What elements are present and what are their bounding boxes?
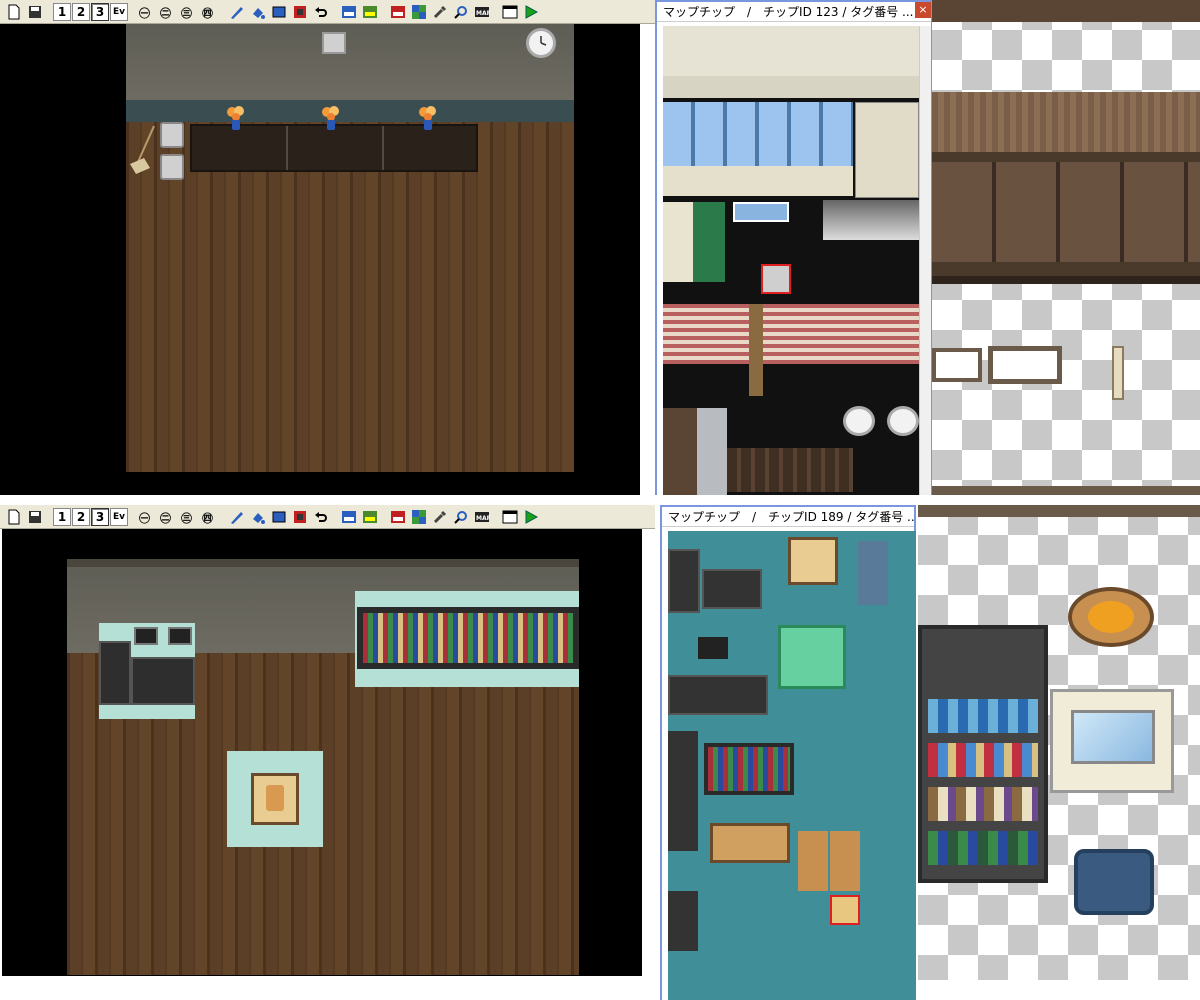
svg-text:MAP: MAP [476, 515, 490, 522]
test-play-icon[interactable] [521, 2, 541, 22]
layer-3-button[interactable]: 3 [91, 2, 109, 21]
select-tool-icon[interactable] [290, 507, 310, 527]
save-icon[interactable] [25, 507, 45, 527]
bottom-editor-panel: 1 2 3 Ev ㊀ ㊁ ㊂ ㊃ MAP マップチップ / チップID 189 … [0, 505, 1200, 1000]
wall [126, 24, 574, 100]
map-canvas[interactable] [0, 24, 640, 495]
view-all-icon[interactable]: ㊃ [199, 507, 219, 527]
search-icon[interactable] [451, 507, 471, 527]
map-list-icon[interactable]: MAP [472, 507, 492, 527]
svg-text:㊂: ㊂ [181, 511, 192, 525]
dresser [131, 657, 195, 705]
tile-palette-window: マップチップ / チップID 123 / タグ番号 ... × [655, 0, 933, 495]
map-settings-icon[interactable] [339, 507, 359, 527]
pen-tool-icon[interactable] [227, 2, 247, 22]
layer-1-button[interactable]: 1 [53, 2, 71, 21]
selected-tile[interactable] [830, 895, 860, 925]
new-file-icon[interactable] [4, 507, 24, 527]
palette-scrollbar[interactable] [919, 26, 931, 495]
event-layer-button[interactable]: Ev [110, 507, 128, 526]
top-editor-panel: 1 2 3 Ev ㊀ ㊁ ㊂ ㊃ MAP マップチップ / チップID 123 … [0, 0, 1200, 495]
save-icon[interactable] [25, 2, 45, 22]
bookshelf-row [357, 607, 579, 669]
layer-2-button[interactable]: 2 [72, 507, 90, 526]
common-event-icon[interactable] [360, 2, 380, 22]
flower-vase [319, 104, 343, 132]
bucket [160, 154, 184, 180]
svg-text:㊂: ㊂ [181, 6, 192, 20]
settings-icon[interactable] [430, 2, 450, 22]
settings-icon[interactable] [430, 507, 450, 527]
cake [266, 785, 284, 811]
view-1-icon[interactable]: ㊀ [136, 507, 156, 527]
database-icon[interactable] [409, 2, 429, 22]
wall-clock [526, 28, 556, 58]
tileset-grid[interactable] [663, 26, 919, 495]
tile-zoom-preview [918, 505, 1200, 980]
flower-vase [224, 104, 248, 132]
layer-3-button[interactable]: 3 [91, 507, 109, 526]
svg-text:㊃: ㊃ [202, 6, 213, 20]
tileset-grid[interactable] [668, 531, 916, 1000]
svg-text:㊃: ㊃ [202, 511, 213, 525]
picture-frame [168, 627, 192, 645]
search-icon[interactable] [451, 2, 471, 22]
air-vent [322, 32, 346, 54]
view-1-icon[interactable]: ㊀ [136, 2, 156, 22]
layer-1-button[interactable]: 1 [53, 507, 71, 526]
map-canvas[interactable] [2, 529, 642, 976]
view-3-icon[interactable]: ㊂ [178, 507, 198, 527]
svg-text:㊁: ㊁ [160, 6, 171, 20]
window-icon[interactable] [500, 2, 520, 22]
window-icon[interactable] [500, 507, 520, 527]
svg-text:MAP: MAP [476, 10, 490, 17]
event-layer-button[interactable]: Ev [110, 2, 128, 21]
undo-icon[interactable] [311, 507, 331, 527]
svg-text:㊀: ㊀ [139, 511, 150, 525]
view-3-icon[interactable]: ㊂ [178, 2, 198, 22]
fill-tool-icon[interactable] [248, 2, 268, 22]
undo-icon[interactable] [311, 2, 331, 22]
close-button[interactable]: × [915, 2, 931, 18]
wooden-floor [126, 122, 574, 472]
bottom-toolbar: 1 2 3 Ev ㊀ ㊁ ㊂ ㊃ MAP [0, 505, 655, 529]
new-file-icon[interactable] [4, 2, 24, 22]
view-all-icon[interactable]: ㊃ [199, 2, 219, 22]
bucket [160, 122, 184, 148]
flower-vase [416, 104, 440, 132]
top-toolbar: 1 2 3 Ev ㊀ ㊁ ㊂ ㊃ MAP [0, 0, 655, 24]
pen-tool-icon[interactable] [227, 507, 247, 527]
fill-tool-icon[interactable] [248, 507, 268, 527]
map-settings-icon[interactable] [339, 2, 359, 22]
selected-tile[interactable] [761, 264, 791, 294]
wall-baseboard [126, 100, 574, 122]
broom [128, 124, 158, 176]
test-play-icon[interactable] [521, 507, 541, 527]
select-tool-icon[interactable] [290, 2, 310, 22]
view-2-icon[interactable]: ㊁ [157, 2, 177, 22]
tile-palette-window: マップチップ / チップID 189 / タグ番号 ... [660, 505, 916, 1000]
wardrobe [99, 641, 131, 705]
system-db-icon[interactable] [388, 2, 408, 22]
palette-title: マップチップ / チップID 189 / タグ番号 ... [662, 507, 914, 527]
wall-top [67, 559, 579, 567]
svg-text:㊀: ㊀ [139, 6, 150, 20]
layer-2-button[interactable]: 2 [72, 2, 90, 21]
map-list-icon[interactable]: MAP [472, 2, 492, 22]
bookshelf-zoom [918, 625, 1048, 883]
rect-tool-icon[interactable] [269, 2, 289, 22]
rect-tool-icon[interactable] [269, 507, 289, 527]
common-event-icon[interactable] [360, 507, 380, 527]
system-db-icon[interactable] [388, 507, 408, 527]
picture-frame [134, 627, 158, 645]
tile-zoom-preview [932, 0, 1200, 495]
svg-text:㊁: ㊁ [160, 511, 171, 525]
palette-title: マップチップ / チップID 123 / タグ番号 ... [657, 2, 931, 22]
database-icon[interactable] [409, 507, 429, 527]
view-2-icon[interactable]: ㊁ [157, 507, 177, 527]
